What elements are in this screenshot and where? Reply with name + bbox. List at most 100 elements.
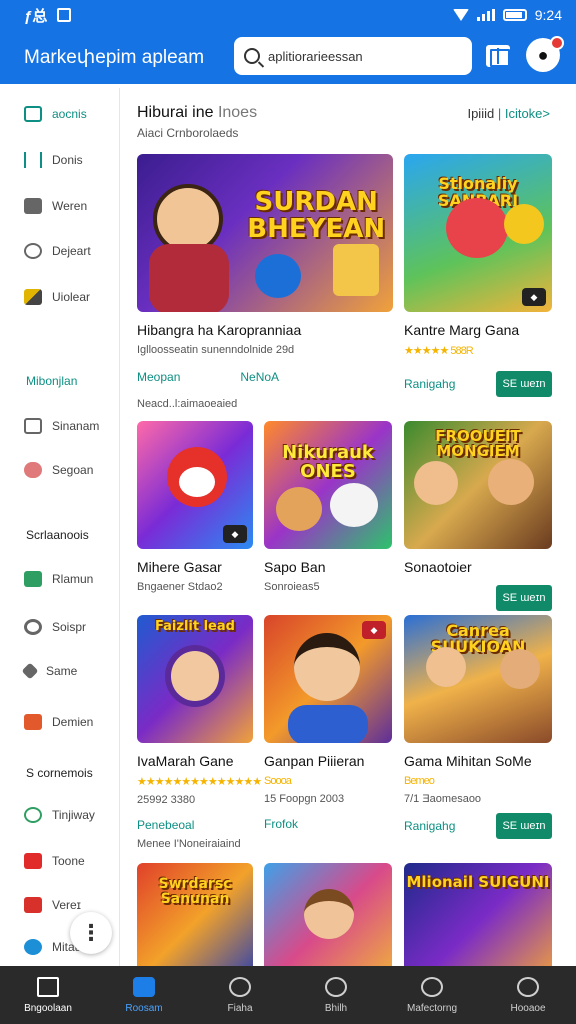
sidebar-item-2[interactable]: Weren: [24, 198, 87, 214]
game-thumbnail[interactable]: Swrdarsc Sanunan: [137, 863, 253, 966]
card-meta-2: 15 Foopgn 2003: [264, 793, 345, 805]
game-card[interactable]: ◆ Ganpan Piiieran Soooa 15 Foopgn 2003 F…: [264, 615, 392, 831]
character-face-2: [504, 204, 544, 244]
game-card[interactable]: Faizlit lead IvaMarah Gane ★★★★★★★★★★★★★…: [137, 615, 262, 832]
cloud-icon: [24, 462, 42, 478]
more-vert-icon: ⋮: [80, 920, 102, 945]
brace-icon: [24, 152, 42, 168]
game-card[interactable]: ◆ Mihere Gasar Bngaener Stdao2: [137, 421, 253, 593]
sidebar-item-6[interactable]: Segoan: [24, 462, 93, 478]
card-meta: Bemeo: [404, 775, 435, 787]
game-card[interactable]: Nikurauk ONES Sapo Ban Sonroieas5: [264, 421, 392, 593]
game-card[interactable]: Canrea SUUKIOAN Gama Mihitan SoMe Bemeo …: [404, 615, 552, 839]
sidebar-item-10[interactable]: Demien: [24, 714, 93, 730]
card-note: Neacd..l:aimaoeaied: [137, 398, 238, 410]
price-row: Penebeoal: [137, 818, 253, 832]
more-options-button[interactable]: ⋮: [70, 912, 112, 954]
price-row: SE ɯeɪn: [404, 585, 552, 611]
price-label: Penebeoal: [137, 818, 195, 832]
card-title: Mihere Gasar: [137, 559, 222, 575]
card-title: Sapo Ban: [264, 559, 326, 575]
sidebar-item-7[interactable]: Rlamun: [24, 571, 93, 587]
star-icon: [24, 897, 42, 913]
store-icon: [133, 976, 155, 997]
character-face: [304, 889, 354, 939]
game-thumbnail: Canrea SUUKIOAN: [404, 615, 552, 743]
app-title: Markeփepim apleam: [24, 46, 205, 68]
card-meta: Iglloosseatin sunenndolnide 29d: [137, 344, 295, 356]
battery-icon: [502, 9, 527, 21]
bottom-navigation: Bngoolaan Roosam Fiaha Bhilh Mafectorng …: [0, 966, 576, 1024]
home-icon: [37, 976, 59, 997]
price-row: Frofok: [264, 817, 392, 831]
gallery-icon: [57, 8, 72, 22]
nav-store[interactable]: Roosam: [96, 966, 192, 1024]
card-title: Hibangra ha Karopranniaa: [137, 322, 302, 338]
character-face: [446, 198, 508, 258]
get-button[interactable]: SE ɯeɪn: [496, 585, 552, 611]
get-button[interactable]: SE ɯeɪn: [496, 371, 552, 397]
search-icon: [244, 48, 260, 64]
game-icon: [24, 571, 42, 587]
section-subtitle: Aiaci Crnborolaeds: [137, 126, 239, 140]
sidebar-heading-3: S cornemois: [26, 766, 93, 780]
sidebar-item-8[interactable]: Soispr: [24, 619, 86, 635]
price-label-2: NeNoA: [240, 370, 280, 384]
tag-icon: [24, 289, 42, 305]
lantern-shape: [333, 244, 379, 296]
card-title: Gama Mihitan SoMe: [404, 753, 532, 769]
card-title: Sonaotoier: [404, 559, 472, 575]
sidebar-item-3[interactable]: Dejeart: [24, 243, 91, 259]
nav-home[interactable]: Bngoolaan: [0, 966, 96, 1024]
tv-icon: [24, 106, 42, 122]
game-thumbnail: FROOUEIT MONGIEM: [404, 421, 552, 549]
see-all-link[interactable]: Ipiiid | Icitoke>: [467, 106, 550, 121]
character-shirt: [149, 244, 229, 312]
character-face: [165, 645, 225, 707]
sidebar-item-11[interactable]: Tinjiway: [24, 807, 95, 823]
age-rating-badge: ◆: [522, 288, 546, 306]
nav-chat[interactable]: Bhilh: [288, 966, 384, 1024]
search-input[interactable]: aplitiorarieessan: [234, 37, 472, 75]
card-meta-2: 7/1 Ǝaomesaoo: [404, 793, 482, 805]
sidebar-item-5[interactable]: Sinanam: [24, 418, 99, 434]
game-thumbnail[interactable]: Mlionail SUIGUNI: [404, 863, 552, 966]
game-card[interactable]: SURDAN BHEYEAN Hibangra ha Karopranniaa …: [137, 154, 393, 410]
thumbnail-title: Nikurauk ONES: [282, 442, 374, 482]
thumbnail-title: SURDAN BHEYEAN: [247, 186, 386, 245]
sidebar-item-9[interactable]: Same: [21, 662, 77, 680]
character-face: [276, 487, 322, 531]
get-button[interactable]: SE ɯeɪn: [496, 813, 552, 839]
sidebar-item-12[interactable]: Toone: [24, 853, 85, 869]
game-thumbnail[interactable]: [264, 863, 392, 966]
price-row: Ranigahg SE ɯeɪn: [404, 813, 552, 839]
sidebar-item-4[interactable]: Uiolear: [24, 289, 90, 305]
person-icon: [24, 939, 42, 955]
avatar-glyph: ●: [537, 44, 549, 65]
avatar[interactable]: ●: [526, 36, 564, 72]
nav-settings[interactable]: Mafectorng: [384, 966, 480, 1024]
price-row: Ranigahg SE ɯeɪn: [404, 371, 552, 397]
search-icon: [229, 976, 251, 997]
sidebar: aocnis Donis Weren Dejeart Uiolear Mibon…: [4, 88, 120, 966]
notification-badge: [550, 36, 564, 50]
game-card[interactable]: Stlonaliy SANBARI ◆ Kantre Marg Gana ★★★…: [404, 154, 552, 397]
character-face-2: [488, 459, 534, 505]
search-value: aplitiorarieessan: [268, 48, 363, 64]
nav-profile[interactable]: Hooaoe: [480, 966, 576, 1024]
game-thumbnail: Nikurauk ONES: [264, 421, 392, 549]
character-face: [414, 461, 458, 505]
library-icon[interactable]: [486, 45, 510, 67]
shield-icon: [24, 807, 42, 823]
age-rating-badge: ◆: [362, 621, 386, 639]
nav-search[interactable]: Fiaha: [192, 966, 288, 1024]
status-bar: ƒ总 9:24: [0, 0, 576, 30]
game-card[interactable]: FROOUEIT MONGIEM Sonaotoier SE ɯeɪn: [404, 421, 552, 611]
box-icon: [24, 714, 42, 730]
sidebar-item-0[interactable]: aocnis: [24, 106, 87, 122]
sidebar-item-1[interactable]: Donis: [24, 152, 83, 168]
game-thumbnail: Stlonaliy SANBARI ◆: [404, 154, 552, 312]
sidebar-item-13[interactable]: Vereɪ: [24, 897, 81, 913]
card-meta-2: 25992 3380: [137, 794, 196, 806]
game-thumbnail: SURDAN BHEYEAN: [137, 154, 393, 312]
